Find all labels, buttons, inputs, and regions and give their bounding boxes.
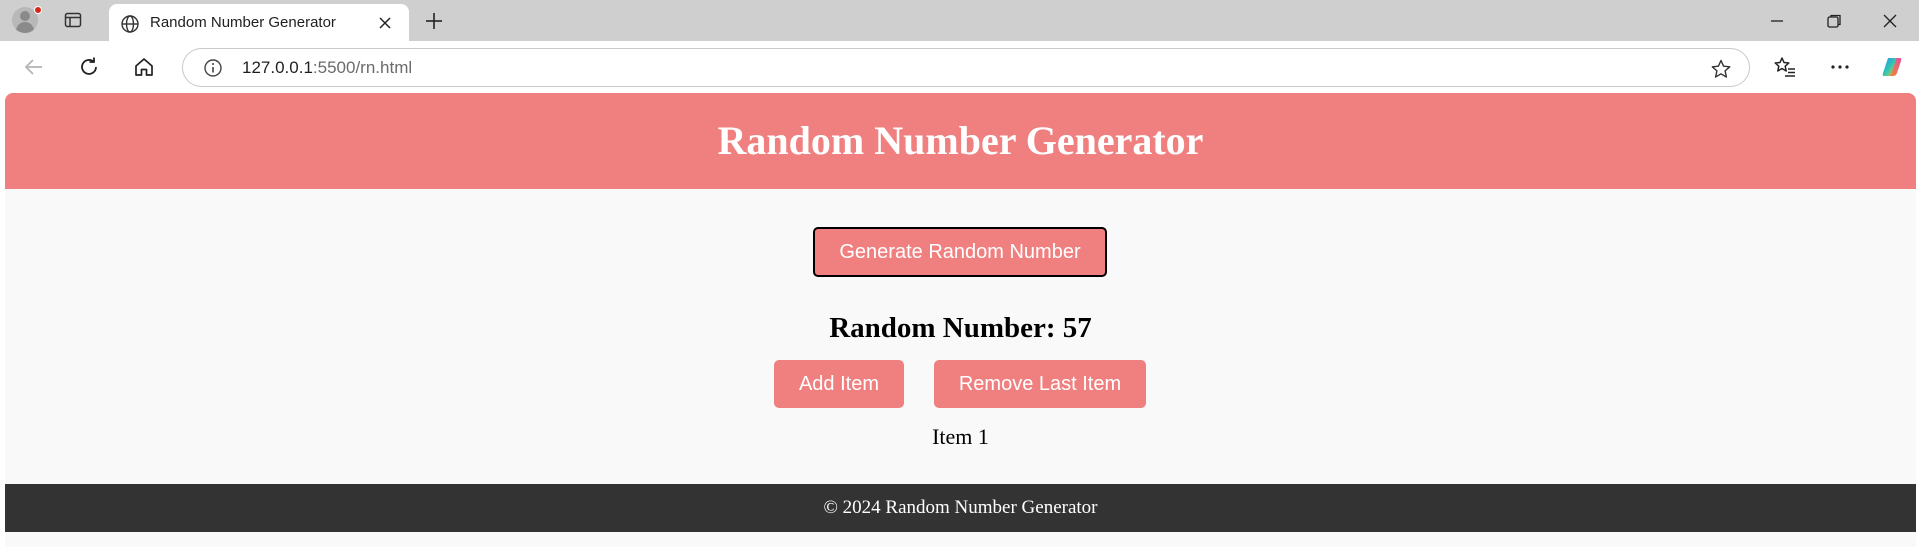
add-item-button[interactable]: Add Item (774, 360, 904, 408)
minimize-icon[interactable] (1768, 12, 1786, 30)
page-footer: © 2024 Random Number Generator (5, 484, 1916, 532)
generate-random-number-button[interactable]: Generate Random Number (813, 227, 1107, 277)
back-arrow-icon[interactable] (22, 55, 46, 79)
random-number-result: Random Number: 57 (829, 312, 1092, 344)
browser-toolbar: 127.0.0.1:5500/rn.html (0, 41, 1919, 93)
home-icon[interactable] (132, 55, 156, 79)
globe-icon (121, 15, 139, 33)
url-path: :5500/rn.html (312, 58, 413, 77)
notification-dot-icon (34, 6, 42, 14)
item-list: Item 1 (5, 424, 1916, 450)
restore-icon[interactable] (1825, 12, 1843, 30)
footer-text: © 2024 Random Number Generator (823, 497, 1098, 518)
refresh-icon[interactable] (77, 55, 101, 79)
page-title: Random Number Generator (717, 118, 1204, 163)
browser-tab-active[interactable]: Random Number Generator (109, 4, 409, 41)
remove-last-item-button[interactable]: Remove Last Item (934, 360, 1146, 408)
close-window-icon[interactable] (1881, 12, 1899, 30)
favorites-list-icon[interactable] (1773, 55, 1797, 79)
more-options-icon[interactable] (1828, 55, 1852, 79)
site-info-icon[interactable] (203, 58, 223, 78)
copilot-icon[interactable] (1880, 55, 1904, 79)
tab-actions-icon[interactable] (64, 11, 82, 29)
new-tab-icon[interactable] (424, 11, 444, 31)
close-tab-icon[interactable] (377, 15, 393, 31)
page-viewport: Random Number Generator Generate Random … (5, 93, 1916, 547)
url-host: 127.0.0.1 (242, 58, 313, 77)
address-bar[interactable]: 127.0.0.1:5500/rn.html (182, 48, 1750, 87)
browser-tab-strip: Random Number Generator (0, 0, 1919, 41)
list-item: Item 1 (932, 424, 989, 449)
page-header: Random Number Generator (5, 93, 1916, 189)
favorite-star-icon[interactable] (1710, 58, 1732, 80)
url-text[interactable]: 127.0.0.1:5500/rn.html (242, 58, 412, 78)
tab-title: Random Number Generator (150, 14, 336, 31)
